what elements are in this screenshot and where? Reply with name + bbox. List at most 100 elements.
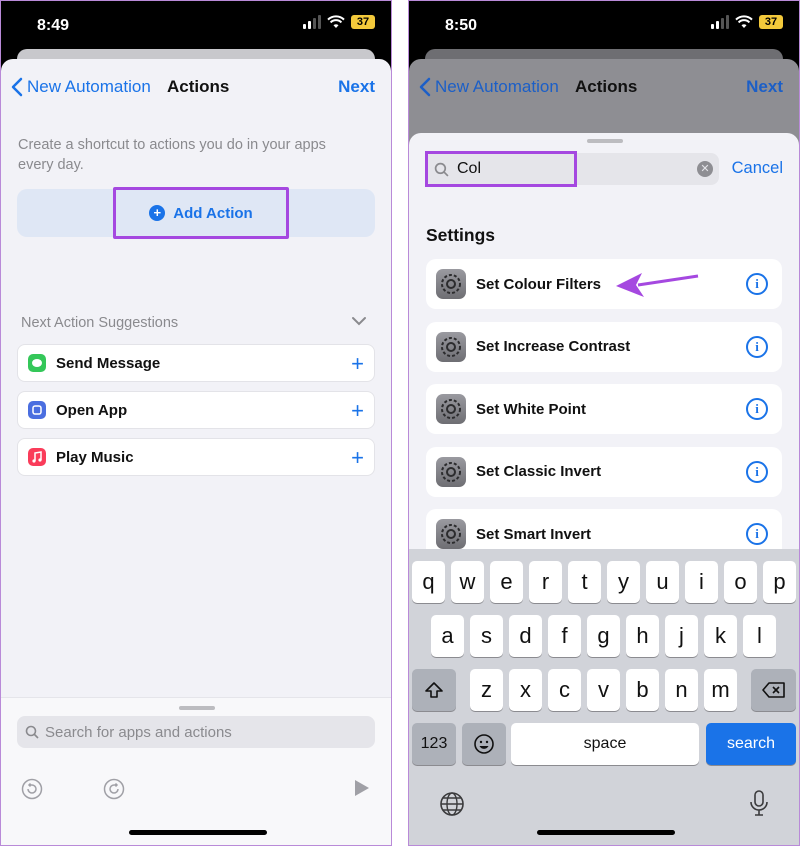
grabber-handle[interactable]	[179, 706, 215, 710]
shift-key[interactable]	[412, 669, 456, 711]
suggestion-label: Play Music	[56, 448, 134, 466]
microphone-icon[interactable]	[749, 789, 769, 817]
key-j[interactable]: j	[665, 615, 698, 657]
key-n[interactable]: n	[665, 669, 698, 711]
keyboard-row-1: q w e r t y u i o p	[409, 561, 799, 603]
suggestion-play-music[interactable]: Play Music +	[17, 438, 375, 476]
next-button[interactable]: Next	[746, 77, 783, 97]
suggestions-title: Next Action Suggestions	[21, 315, 179, 331]
key-p[interactable]: p	[763, 561, 796, 603]
numbers-key[interactable]: 123	[412, 723, 456, 765]
plus-circle-icon: +	[149, 205, 166, 221]
settings-icon	[436, 519, 466, 549]
back-button[interactable]: New Automation	[11, 77, 151, 97]
info-icon[interactable]: i	[746, 523, 768, 545]
key-q[interactable]: q	[412, 561, 445, 603]
chevron-down-icon[interactable]	[351, 313, 367, 329]
key-r[interactable]: r	[529, 561, 562, 603]
info-icon[interactable]: i	[746, 398, 768, 420]
arrow-annotation-icon	[616, 273, 699, 297]
right-screen: 8:50 37 New Automation Actions Next Col	[408, 0, 800, 846]
info-icon[interactable]: i	[746, 460, 768, 483]
key-k[interactable]: k	[704, 615, 737, 657]
redo-icon[interactable]	[103, 778, 125, 800]
suggestions-header[interactable]: Next Action Suggestions	[21, 315, 375, 331]
key-u[interactable]: u	[646, 561, 679, 603]
back-button[interactable]: New Automation	[419, 77, 559, 97]
key-z[interactable]: z	[470, 669, 503, 711]
undo-icon[interactable]	[21, 778, 43, 800]
add-suggestion-icon[interactable]: +	[351, 398, 364, 424]
result-label: Set Classic Invert	[476, 463, 602, 480]
cancel-button[interactable]: Cancel	[732, 159, 783, 178]
suggestion-open-app[interactable]: Open App +	[17, 391, 375, 429]
key-m[interactable]: m	[704, 669, 737, 711]
key-y[interactable]: y	[607, 561, 640, 603]
search-icon	[434, 162, 449, 177]
section-title: Settings	[426, 225, 496, 245]
suggestions-list: Send Message + Open App + Play Music +	[17, 344, 375, 485]
back-label: New Automation	[435, 77, 559, 96]
settings-icon	[436, 456, 466, 487]
results-list: Set Colour Filters i Set Increase Contra…	[426, 259, 782, 572]
result-item[interactable]: Set Increase Contrast i	[426, 321, 782, 372]
key-e[interactable]: e	[490, 561, 523, 603]
left-screen: 8:49 37 New Automation Actions Next Crea…	[0, 0, 392, 846]
grabber-handle[interactable]	[587, 139, 623, 143]
key-t[interactable]: t	[568, 561, 601, 603]
play-icon[interactable]	[353, 778, 371, 798]
key-a[interactable]: a	[431, 615, 464, 657]
suggestion-label: Send Message	[56, 354, 161, 372]
key-c[interactable]: c	[548, 669, 581, 711]
editor-toolbar	[21, 778, 371, 800]
result-item[interactable]: Set White Point i	[426, 384, 782, 434]
key-v[interactable]: v	[587, 669, 620, 711]
key-x[interactable]: x	[509, 669, 542, 711]
info-icon[interactable]: i	[746, 335, 768, 358]
add-action-button[interactable]: + Add Action	[113, 187, 289, 239]
next-button[interactable]: Next	[338, 77, 375, 97]
key-d[interactable]: d	[509, 615, 542, 657]
info-icon[interactable]: i	[746, 273, 768, 295]
keyboard-row-3: z x c v b n m	[409, 669, 799, 711]
key-b[interactable]: b	[626, 669, 659, 711]
key-h[interactable]: h	[626, 615, 659, 657]
search-input[interactable]: Col	[425, 151, 577, 187]
result-item[interactable]: Set Classic Invert i	[426, 446, 782, 497]
space-key[interactable]: space	[511, 723, 699, 765]
add-suggestion-icon[interactable]: +	[351, 351, 364, 377]
status-icons: 37	[711, 15, 783, 29]
signal-icon	[711, 15, 729, 29]
wifi-icon	[327, 15, 345, 28]
key-w[interactable]: w	[451, 561, 484, 603]
wifi-icon	[735, 15, 753, 28]
key-l[interactable]: l	[743, 615, 776, 657]
actions-sheet: New Automation Actions Next Create a sho…	[1, 59, 391, 845]
backspace-key[interactable]	[751, 669, 796, 711]
clear-icon[interactable]: ✕	[697, 161, 713, 177]
suggestion-label: Open App	[56, 401, 128, 419]
search-placeholder: Search for apps and actions	[45, 723, 232, 741]
battery-icon: 37	[759, 15, 783, 29]
key-g[interactable]: g	[587, 615, 620, 657]
search-actions-input[interactable]: Search for apps and actions	[17, 716, 375, 748]
result-label: Set Smart Invert	[476, 525, 592, 543]
nav-bar: New Automation Actions Next	[1, 59, 391, 115]
search-key[interactable]: search	[706, 723, 796, 765]
status-icons: 37	[303, 15, 375, 29]
open-app-icon	[28, 401, 46, 419]
key-o[interactable]: o	[724, 561, 757, 603]
suggestion-send-message[interactable]: Send Message +	[17, 344, 375, 382]
music-icon	[28, 448, 46, 466]
globe-icon[interactable]	[439, 791, 465, 817]
keyboard-row-2: a s d f g h j k l	[409, 615, 799, 657]
add-action-container[interactable]: + Add Action	[17, 187, 375, 239]
emoji-key[interactable]	[462, 723, 506, 765]
search-bar[interactable]: Col ✕	[425, 151, 719, 187]
status-time: 8:49	[37, 17, 70, 34]
result-item[interactable]: Set Colour Filters i	[426, 259, 782, 309]
add-suggestion-icon[interactable]: +	[351, 445, 364, 471]
key-f[interactable]: f	[548, 615, 581, 657]
key-s[interactable]: s	[470, 615, 503, 657]
key-i[interactable]: i	[685, 561, 718, 603]
